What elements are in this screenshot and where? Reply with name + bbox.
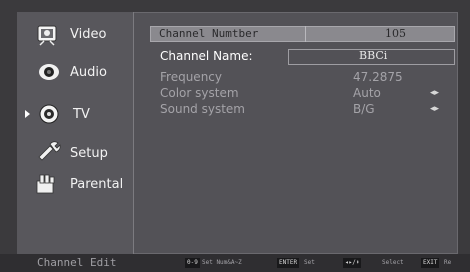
channel-number-row[interactable]: Channel Numtber 105 <box>150 26 455 42</box>
audio-icon <box>37 61 63 83</box>
sidebar-item-audio[interactable]: Audio <box>17 56 134 86</box>
hint-text-set-num: Set Num&A~Z <box>202 259 242 266</box>
hint-key-exit: EXIT <box>421 258 440 268</box>
color-system-row[interactable]: Color system Auto ◂▸ <box>134 86 458 102</box>
selected-arrow-icon <box>25 110 30 118</box>
sidebar-item-video[interactable]: Video <box>17 20 134 50</box>
frequency-value: 47.2875 <box>353 70 403 84</box>
tv-osd-screen: Video Audio TV Setup Parental Channel Nu… <box>0 0 470 272</box>
frequency-label: Frequency <box>160 70 222 84</box>
channel-number-value: 105 <box>385 27 406 40</box>
sidebar-item-label: Video <box>70 27 107 42</box>
sidebar-item-parental[interactable]: Parental <box>17 169 134 199</box>
sidebar-item-tv[interactable]: TV <box>17 99 134 129</box>
hint-text-return: Re <box>444 259 452 266</box>
frequency-row[interactable]: Frequency 47.2875 <box>134 70 458 86</box>
sound-system-value: B/G <box>353 102 375 116</box>
tv-icon <box>37 103 63 125</box>
sidebar-item-setup[interactable]: Setup <box>17 137 134 167</box>
sound-system-label: Sound system <box>160 102 245 116</box>
hint-key-0-9: 0-9 <box>185 258 200 268</box>
color-system-label: Color system <box>160 86 239 100</box>
left-right-arrows-icon[interactable]: ◂▸ <box>430 88 439 98</box>
sound-system-row[interactable]: Sound system B/G ◂▸ <box>134 102 458 118</box>
sidebar: Video Audio TV Setup Parental <box>17 12 134 254</box>
channel-name-value: BBCi <box>359 49 388 62</box>
hint-key-select: ◂▸/⬍ <box>343 258 362 268</box>
sidebar-item-label: Audio <box>70 65 107 80</box>
hint-text-set: Set <box>304 259 315 266</box>
video-icon <box>35 24 61 46</box>
sidebar-item-label: TV <box>73 107 90 122</box>
channel-name-label: Channel Name: <box>160 49 253 63</box>
color-system-value: Auto <box>353 86 381 100</box>
sidebar-item-label: Parental <box>70 177 124 192</box>
setup-icon <box>36 139 62 161</box>
channel-edit-panel: Channel Numtber 105 Channel Name: BBCi F… <box>134 12 458 254</box>
footer-bar: Channel Edit 0-9 Set Num&A~Z ENTER Set ◂… <box>0 254 470 272</box>
left-right-arrows-icon[interactable]: ◂▸ <box>430 104 439 114</box>
hint-text-select: Select <box>382 259 404 266</box>
divider <box>305 26 306 42</box>
sidebar-item-label: Setup <box>70 146 108 161</box>
footer-title: Channel Edit <box>37 256 117 269</box>
channel-name-row[interactable]: Channel Name: BBCi <box>134 49 458 65</box>
parental-icon <box>34 173 60 195</box>
hint-key-enter: ENTER <box>277 258 300 268</box>
channel-number-label: Channel Numtber <box>159 27 259 40</box>
